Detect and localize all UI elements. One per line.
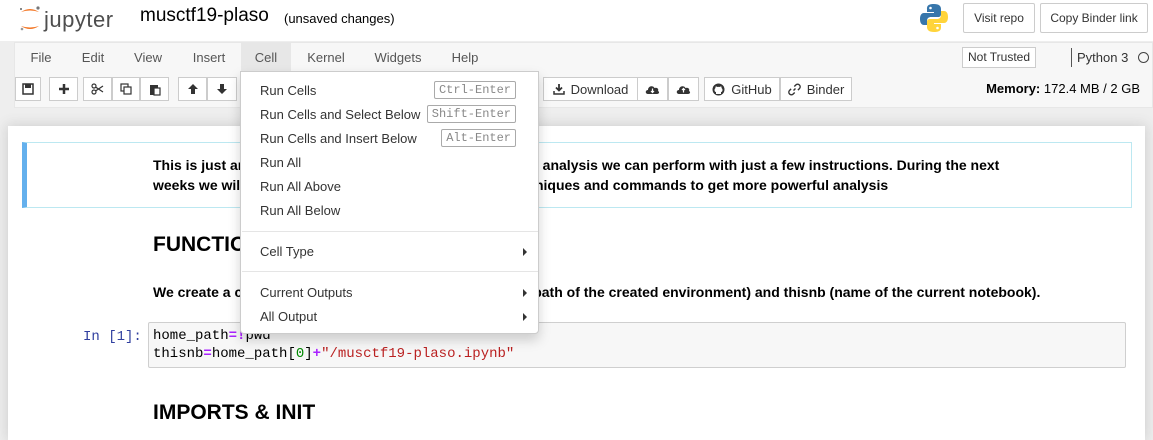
menu-run-insert-below[interactable]: Run Cells and Insert Below — [260, 131, 417, 146]
memory-label: Memory: — [986, 81, 1041, 96]
visit-repo-button[interactable]: Visit repo — [963, 3, 1035, 33]
jupyter-logo-icon — [20, 6, 40, 31]
move-up-button[interactable] — [178, 77, 207, 101]
github-label: GitHub — [731, 81, 772, 97]
jupyter-logo[interactable]: jupyter — [18, 5, 128, 33]
notebook-site: This is just an introductory notebook to… — [0, 108, 1153, 440]
notebook-container: This is just an introductory notebook to… — [8, 126, 1145, 440]
move-down-button[interactable] — [207, 77, 237, 101]
menu-file[interactable]: File — [15, 43, 67, 72]
logo-text: jupyter — [44, 7, 114, 32]
memory-value: 172.4 MB / 2 GB — [1043, 81, 1140, 96]
cell-menu-dropdown: Run Cells Ctrl-Enter Run Cells and Selec… — [240, 71, 539, 334]
plus-icon — [58, 84, 69, 94]
menu-edit[interactable]: Edit — [67, 43, 119, 72]
submenu-caret-icon — [523, 313, 527, 321]
code-line-2: thisnb=home_path[0]+"/musctf19-plaso.ipy… — [153, 346, 515, 362]
binder-label: Binder — [806, 81, 845, 97]
toolbar: Download GitHub Binder Memory: 172.4 MB … — [14, 72, 1153, 108]
menu-divider — [242, 271, 538, 272]
header: jupyter musctf19-plaso (unsaved changes)… — [0, 0, 1153, 41]
menu-run-cells[interactable]: Run Cells — [260, 83, 316, 98]
menu-divider — [242, 231, 538, 232]
menu-kernel[interactable]: Kernel — [291, 43, 361, 72]
menu-current-outputs[interactable]: Current Outputs — [260, 285, 353, 300]
binder-button[interactable]: Binder — [780, 77, 852, 101]
input-prompt: In [1]: — [83, 329, 142, 345]
shortcut-shift-enter: Shift-Enter — [426, 105, 516, 123]
menubar: File Edit View Insert Cell Kernel Widget… — [14, 42, 1153, 72]
link-icon — [787, 83, 801, 95]
memory-usage: Memory: 172.4 MB / 2 GB — [986, 81, 1140, 96]
download-button[interactable]: Download — [543, 77, 638, 101]
github-button[interactable]: GitHub — [704, 77, 780, 101]
menu-run-select-below[interactable]: Run Cells and Select Below — [260, 107, 420, 122]
not-trusted-button[interactable]: Not Trusted — [962, 47, 1036, 68]
kernel-separator — [1071, 48, 1072, 67]
info-alert-box[interactable]: This is just an introductory notebook to… — [22, 142, 1132, 208]
notebook-name[interactable]: musctf19-plaso — [140, 5, 269, 27]
add-cell-button[interactable] — [49, 77, 78, 101]
shortcut-alt-enter: Alt-Enter — [441, 129, 516, 147]
menu-run-all-below[interactable]: Run All Below — [260, 203, 340, 218]
submenu-caret-icon — [523, 289, 527, 297]
menu-widgets[interactable]: Widgets — [361, 43, 435, 72]
download-label: Download — [570, 81, 629, 97]
kernel-name[interactable]: Python 3 — [1077, 43, 1128, 72]
menu-insert[interactable]: Insert — [177, 43, 241, 72]
cloud-download-icon — [645, 85, 660, 94]
cloud-download-button[interactable] — [637, 77, 668, 101]
kernel-idle-indicator-icon — [1138, 52, 1149, 63]
copy-icon — [120, 83, 132, 95]
menu-run-all-above[interactable]: Run All Above — [260, 179, 341, 194]
python-logo-icon — [919, 2, 949, 34]
menu-help[interactable]: Help — [435, 43, 495, 72]
menu-run-all[interactable]: Run All — [260, 155, 301, 170]
submenu-caret-icon — [523, 248, 527, 256]
save-button[interactable] — [15, 77, 41, 101]
copy-binder-link-button[interactable]: Copy Binder link — [1040, 3, 1148, 33]
menu-view[interactable]: View — [119, 43, 177, 72]
scissors-icon — [91, 83, 104, 95]
menu-all-output[interactable]: All Output — [260, 309, 317, 324]
paste-button[interactable] — [140, 77, 169, 101]
download-icon — [552, 84, 565, 95]
shortcut-ctrl-enter: Ctrl-Enter — [433, 81, 516, 99]
cloud-upload-icon — [676, 85, 691, 94]
menu-cell-type[interactable]: Cell Type — [260, 244, 314, 259]
menu-cell[interactable]: Cell — [241, 43, 291, 72]
heading-imports[interactable]: IMPORTS & INIT — [153, 401, 315, 425]
arrow-up-icon — [187, 84, 198, 94]
copy-button[interactable] — [112, 77, 140, 101]
cloud-upload-button[interactable] — [668, 77, 699, 101]
cut-button[interactable] — [83, 77, 112, 101]
save-icon — [22, 83, 34, 95]
arrow-down-icon — [217, 84, 227, 94]
save-status: (unsaved changes) — [284, 11, 395, 26]
github-icon — [712, 83, 725, 95]
paste-icon — [149, 84, 161, 96]
